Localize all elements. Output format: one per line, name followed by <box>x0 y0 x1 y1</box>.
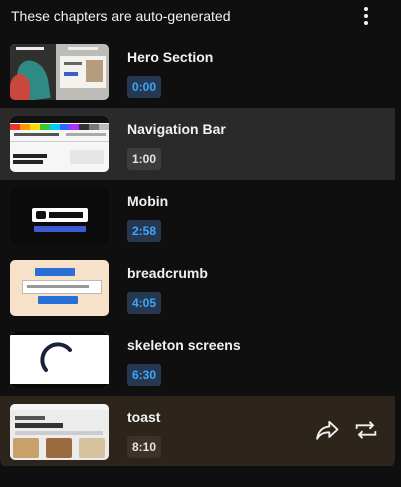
chapter-item-navigation-bar[interactable]: Navigation Bar 1:00 <box>0 108 395 180</box>
chapters-panel: These chapters are auto-generated Hero S… <box>0 0 395 469</box>
chapter-timestamp[interactable]: 6:30 <box>127 364 162 386</box>
chapter-thumbnail <box>10 116 109 172</box>
chapter-title: breadcrumb <box>127 265 208 281</box>
chapter-title: Mobin <box>127 193 169 209</box>
chapter-timestamp[interactable]: 4:05 <box>127 292 162 314</box>
chapter-item-hero-section[interactable]: Hero Section 0:00 <box>0 36 395 108</box>
chapter-timestamp[interactable]: 0:00 <box>127 76 162 98</box>
chapter-thumbnail <box>10 332 109 388</box>
chapter-timestamp[interactable]: 8:10 <box>127 436 162 458</box>
chapter-timestamp[interactable]: 1:00 <box>127 148 162 170</box>
chapter-thumbnail <box>10 260 109 316</box>
share-icon[interactable] <box>313 416 341 444</box>
chapter-item-mobin[interactable]: Mobin 2:58 <box>0 180 395 252</box>
chapter-timestamp[interactable]: 2:58 <box>127 220 162 242</box>
loop-icon[interactable] <box>352 416 380 444</box>
chapters-header: These chapters are auto-generated <box>0 0 395 34</box>
chapter-item-toast[interactable]: toast 8:10 <box>0 396 395 466</box>
more-vert-icon[interactable] <box>356 5 376 27</box>
chapter-thumbnail <box>10 44 109 100</box>
chapter-item-breadcrumb[interactable]: breadcrumb 4:05 <box>0 252 395 324</box>
chapter-item-skeleton-screens[interactable]: skeleton screens 6:30 <box>0 324 395 396</box>
chapter-title: skeleton screens <box>127 337 241 353</box>
chapter-title: toast <box>127 409 161 425</box>
chapter-thumbnail <box>10 188 109 244</box>
chapter-thumbnail <box>10 404 109 460</box>
scrollbar[interactable] <box>397 0 401 487</box>
chapters-header-title: These chapters are auto-generated <box>11 8 231 24</box>
chapter-title: Hero Section <box>127 49 214 65</box>
chapter-title: Navigation Bar <box>127 121 226 137</box>
